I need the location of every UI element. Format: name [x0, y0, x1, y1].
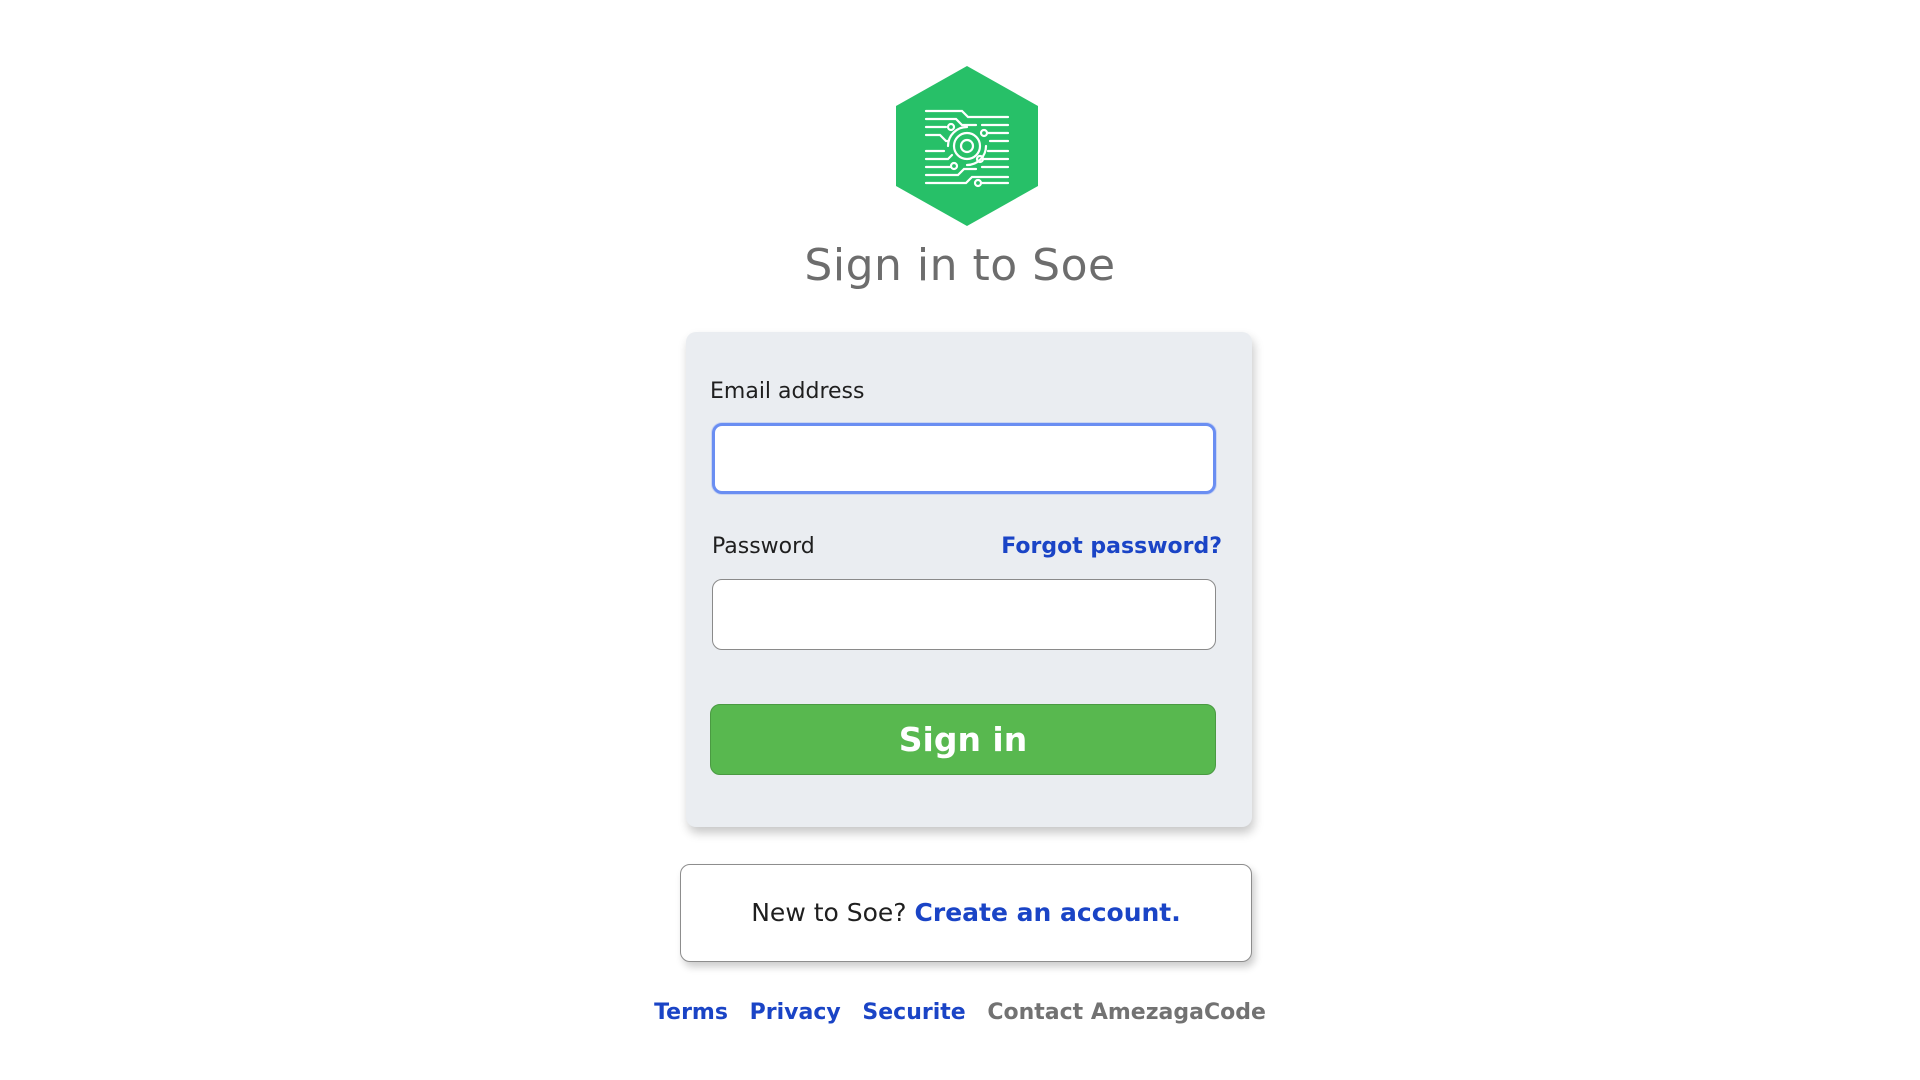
forgot-password-link[interactable]: Forgot password? [1001, 532, 1222, 562]
password-field[interactable] [712, 579, 1216, 650]
footer-links: Terms Privacy Securite Contact AmezagaCo… [0, 998, 1920, 1028]
circuit-logo-icon [896, 66, 1038, 226]
sign-in-button[interactable]: Sign in [710, 704, 1216, 775]
signup-prompt: New to Soe? [751, 898, 907, 927]
login-form-card: Email address Password Forgot password? … [686, 332, 1252, 827]
login-page: Sign in to Soe Email address Password Fo… [0, 0, 1920, 1080]
email-label: Email address [710, 379, 865, 404]
footer-link-terms[interactable]: Terms [654, 1000, 728, 1025]
create-account-link[interactable]: Create an account. [915, 898, 1181, 927]
page-title: Sign in to Soe [804, 240, 1116, 291]
signup-callout: New to Soe? Create an account. [680, 864, 1252, 962]
footer-contact: Contact AmezagaCode [987, 1000, 1266, 1025]
email-field[interactable] [712, 423, 1216, 494]
footer-link-privacy[interactable]: Privacy [750, 1000, 841, 1025]
password-label: Password [712, 534, 815, 559]
footer-link-securite[interactable]: Securite [862, 1000, 965, 1025]
